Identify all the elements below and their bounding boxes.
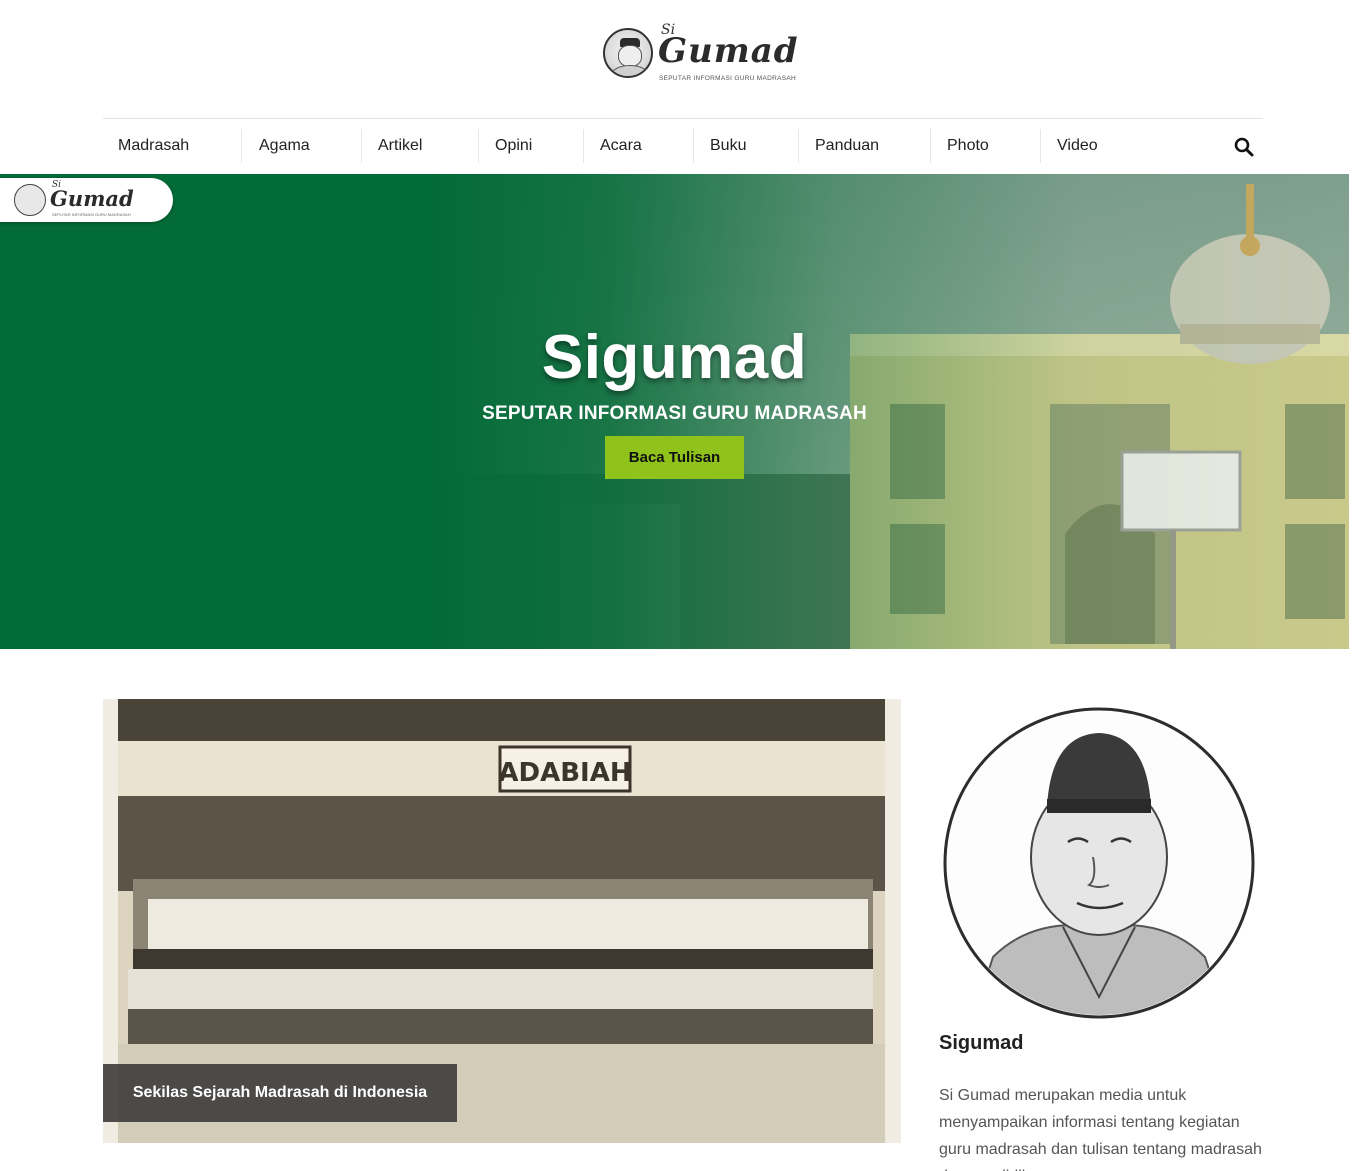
nav-item-acara[interactable]: Acara	[600, 129, 642, 163]
logo-tagline: SEPUTAR INFORMASI GURU MADRASAH	[659, 75, 797, 82]
logo-name-text: Gumad	[658, 31, 799, 71]
profile-avatar	[943, 707, 1255, 1019]
badge-name-text: Gumad	[50, 186, 134, 211]
logo-avatar-icon	[603, 28, 653, 78]
profile-name: Sigumad	[939, 1032, 1024, 1054]
nav-divider	[478, 129, 479, 163]
featured-post[interactable]: ADABIAH Sekilas Sejarah Madrasah di Indo…	[103, 699, 901, 1143]
nav-divider	[930, 129, 931, 163]
nav-item-panduan[interactable]: Panduan	[815, 129, 879, 163]
nav-item-video[interactable]: Video	[1057, 129, 1098, 163]
main-navigation: Madrasah Agama Artikel Opini Acara Buku …	[103, 118, 1263, 174]
badge-avatar-icon	[14, 184, 46, 216]
search-icon[interactable]	[1234, 137, 1254, 157]
nav-divider	[693, 129, 694, 163]
nav-divider	[798, 129, 799, 163]
nav-item-buku[interactable]: Buku	[710, 129, 746, 163]
hero-banner: Si Gumad SEPUTAR INFORMASI GURU MADRASAH…	[0, 174, 1349, 649]
featured-post-title[interactable]: Sekilas Sejarah Madrasah di Indonesia	[103, 1064, 457, 1122]
nav-item-artikel[interactable]: Artikel	[378, 129, 422, 163]
nav-divider	[1040, 129, 1041, 163]
nav-item-agama[interactable]: Agama	[259, 129, 310, 163]
read-articles-button[interactable]: Baca Tulisan	[605, 436, 744, 479]
nav-item-madrasah[interactable]: Madrasah	[118, 129, 189, 163]
nav-divider	[361, 129, 362, 163]
profile-bio: Si Gumad merupakan media untuk menyampai…	[939, 1087, 1262, 1171]
nav-item-opini[interactable]: Opini	[495, 129, 532, 163]
hero-title: Sigumad	[541, 323, 808, 392]
nav-divider	[241, 129, 242, 163]
site-header: Si Gumad SEPUTAR INFORMASI GURU MADRASAH	[0, 0, 1366, 118]
site-logo[interactable]: Si Gumad SEPUTAR INFORMASI GURU MADRASAH	[603, 22, 803, 84]
badge-tagline: SEPUTAR INFORMASI GURU MADRASAH	[52, 212, 131, 217]
hero-logo-badge: Si Gumad SEPUTAR INFORMASI GURU MADRASAH	[0, 178, 173, 222]
featured-photo-sign: ADABIAH	[498, 758, 631, 788]
hero-subtitle: SEPUTAR INFORMASI GURU MADRASAH	[482, 403, 867, 424]
nav-divider	[583, 129, 584, 163]
nav-item-photo[interactable]: Photo	[947, 129, 989, 163]
